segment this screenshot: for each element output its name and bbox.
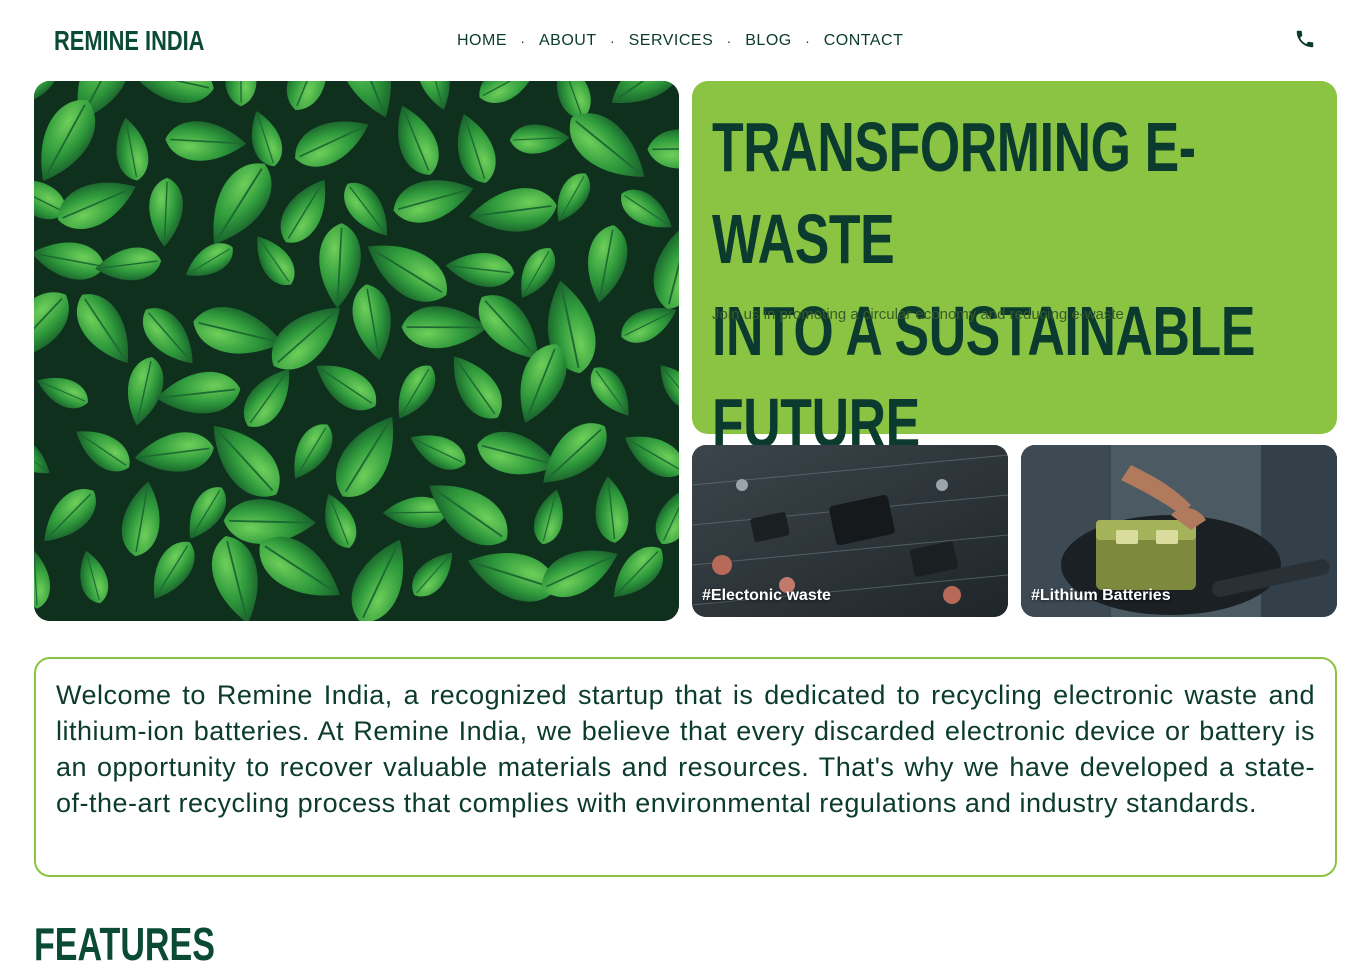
nav-separator: · <box>520 33 526 49</box>
nav-services[interactable]: SERVICES <box>629 32 714 50</box>
nav-contact[interactable]: CONTACT <box>824 32 904 50</box>
phone-icon[interactable] <box>1294 28 1316 50</box>
nav-home[interactable]: HOME <box>457 32 507 50</box>
tile-electronic-waste[interactable]: #Electonic waste <box>692 445 1008 617</box>
features-heading: FEATURES <box>34 918 215 970</box>
nav-separator: · <box>610 33 616 49</box>
main-nav: HOME · ABOUT · SERVICES · BLOG · CONTACT <box>457 30 903 52</box>
nav-blog[interactable]: BLOG <box>745 32 791 50</box>
welcome-text: Welcome to Remine India, a recognized st… <box>56 680 1315 818</box>
hero-title-line-1: TRANSFORMING E-WASTE <box>712 108 1196 278</box>
nav-separator: · <box>805 33 811 49</box>
tile-lithium-batteries[interactable]: #Lithium Batteries <box>1021 445 1337 617</box>
hero-card: TRANSFORMING E-WASTE INTO A SUSTAINABLE … <box>692 81 1337 462</box>
hero-title: TRANSFORMING E-WASTE INTO A SUSTAINABLE … <box>712 101 1326 469</box>
welcome-box: Welcome to Remine India, a recognized st… <box>34 657 1337 877</box>
site-logo[interactable]: REMINE INDIA <box>54 24 204 58</box>
tag-electronic-waste[interactable]: #Electonic waste <box>702 587 831 605</box>
hero-subtitle: Join us in promoting a circular economy … <box>712 306 1124 323</box>
nav-about[interactable]: ABOUT <box>539 32 597 50</box>
tag-lithium-batteries[interactable]: #Lithium Batteries <box>1031 587 1171 605</box>
nav-separator: · <box>726 33 732 49</box>
hero-leaves-image <box>34 81 679 621</box>
